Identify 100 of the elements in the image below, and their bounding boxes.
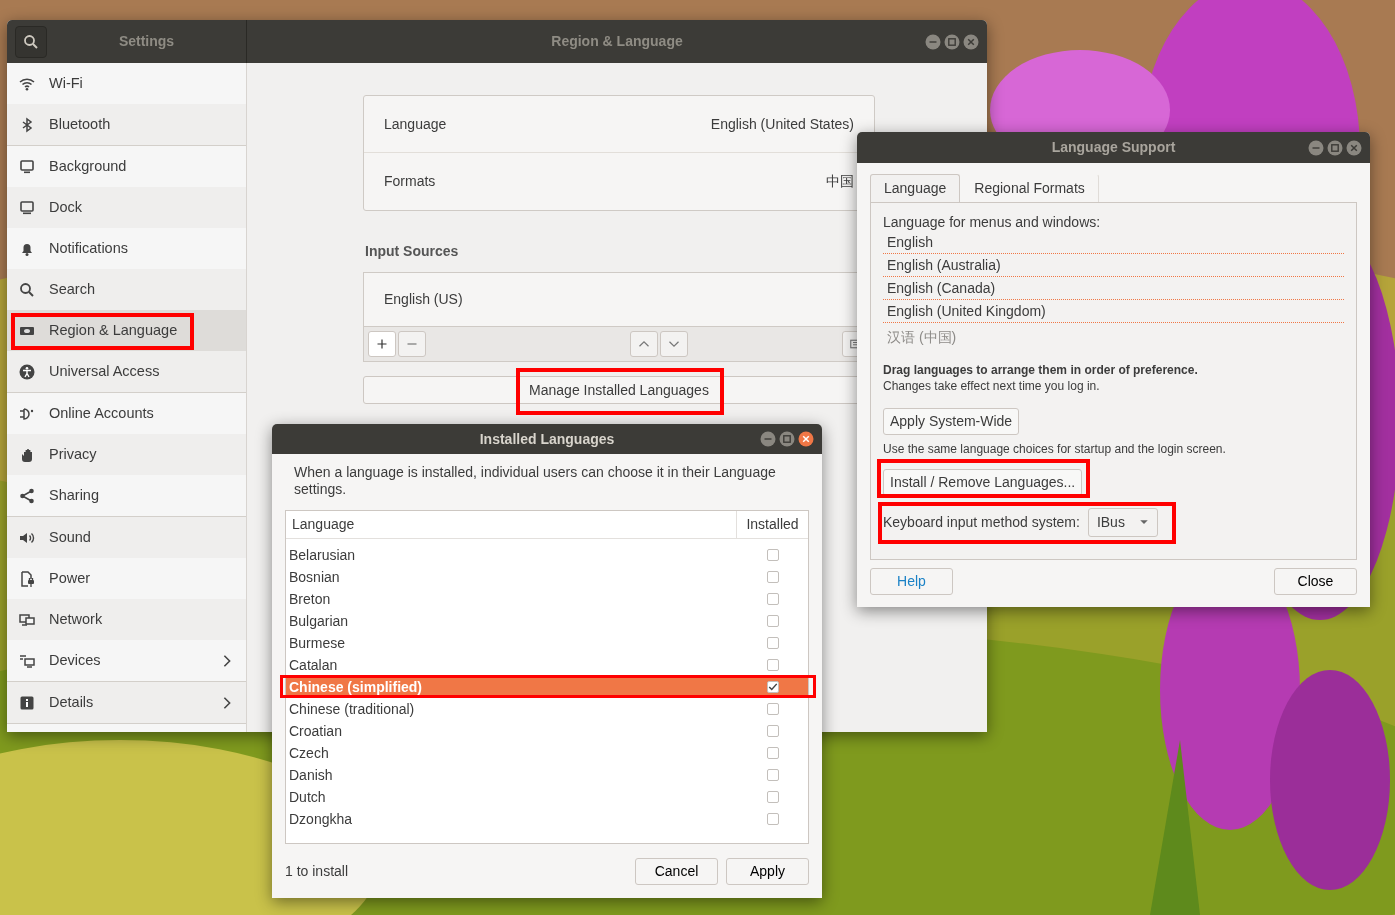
sidebar-item[interactable]: Power bbox=[7, 558, 246, 599]
sidebar-item[interactable]: Universal Access bbox=[7, 351, 246, 392]
section-heading: Input Sources bbox=[365, 242, 459, 261]
hint-text: Changes take effect next time you log in. bbox=[883, 378, 1101, 394]
sidebar-item[interactable]: Search bbox=[7, 269, 246, 310]
installed-checkbox[interactable] bbox=[767, 592, 779, 605]
cancel-button[interactable]: Cancel bbox=[635, 858, 718, 885]
installed-checkbox[interactable] bbox=[767, 548, 779, 561]
sidebar-item[interactable]: Devices bbox=[7, 640, 246, 681]
minimize-icon[interactable] bbox=[1308, 139, 1324, 156]
hand-icon bbox=[19, 446, 35, 463]
list-label: Language for menus and windows: bbox=[883, 213, 1102, 231]
table-row[interactable]: Burmese bbox=[286, 632, 808, 653]
language-item[interactable]: English (Australia) bbox=[883, 254, 1344, 277]
table-row[interactable]: Bulgarian bbox=[286, 610, 808, 631]
move-up-button[interactable] bbox=[630, 331, 658, 357]
remove-button[interactable] bbox=[398, 331, 426, 357]
apply-button[interactable]: Apply bbox=[726, 858, 809, 885]
install-remove-languages-button[interactable]: Install / Remove Languages... bbox=[883, 469, 1083, 496]
installed-checkbox[interactable] bbox=[767, 790, 779, 803]
sidebar-label: Devices bbox=[49, 650, 102, 670]
table-row[interactable]: Catalan bbox=[286, 654, 808, 675]
installed-checkbox[interactable] bbox=[767, 812, 779, 825]
sidebar-label: Details bbox=[49, 692, 95, 712]
installed-checkbox[interactable] bbox=[767, 680, 779, 693]
installed-checkbox[interactable] bbox=[767, 746, 779, 759]
sidebar-label: Privacy bbox=[49, 444, 98, 464]
table-row[interactable]: Dzongkha bbox=[286, 808, 808, 829]
installed-checkbox[interactable] bbox=[767, 768, 779, 781]
sidebar-label: Region & Language bbox=[49, 320, 179, 340]
input-method-dropdown[interactable]: IBus bbox=[1087, 507, 1158, 537]
close-icon[interactable] bbox=[798, 431, 814, 447]
monitor-icon bbox=[19, 199, 35, 216]
window-title: Region & Language bbox=[551, 32, 683, 51]
maximize-icon[interactable] bbox=[1327, 139, 1343, 156]
table-row[interactable]: Chinese (traditional) bbox=[286, 698, 808, 719]
sidebar-label: Sound bbox=[49, 527, 92, 547]
sidebar-label: Universal Access bbox=[49, 361, 161, 381]
installed-checkbox[interactable] bbox=[767, 724, 779, 737]
language-item[interactable]: English (United Kingdom) bbox=[883, 300, 1344, 323]
sidebar-item[interactable]: Sound bbox=[7, 517, 246, 558]
language-name: Chinese (traditional) bbox=[289, 700, 415, 717]
hint-text: Use the same language choices for startup and the login screen. bbox=[883, 441, 1227, 457]
sidebar-label: Dock bbox=[49, 197, 84, 217]
column-header[interactable]: Installed bbox=[737, 514, 808, 535]
sidebar-item[interactable]: Wi-Fi bbox=[7, 63, 246, 104]
row-value: English (United States) bbox=[710, 114, 854, 134]
column-header[interactable]: Language bbox=[286, 511, 737, 538]
monitor-icon bbox=[19, 158, 35, 175]
table-row[interactable]: Belarusian bbox=[286, 544, 808, 565]
sidebar-item[interactable]: Privacy bbox=[7, 434, 246, 475]
installed-checkbox[interactable] bbox=[767, 658, 779, 671]
field-label: Keyboard input method system: bbox=[883, 512, 1080, 532]
language-name: Dzongkha bbox=[289, 810, 353, 827]
language-name: Danish bbox=[289, 766, 333, 783]
accessibility-icon bbox=[19, 363, 35, 380]
sidebar-label: Online Accounts bbox=[49, 403, 155, 423]
status-text: 1 to install bbox=[285, 862, 350, 881]
sidebar-label: Sharing bbox=[49, 485, 100, 505]
minimize-icon[interactable] bbox=[925, 33, 941, 50]
window-title: Installed Languages bbox=[479, 429, 615, 449]
sidebar-item[interactable]: Background bbox=[7, 146, 246, 187]
language-name: Czech bbox=[289, 744, 329, 761]
plus-icon bbox=[376, 338, 388, 350]
add-button[interactable] bbox=[368, 331, 396, 357]
table-row[interactable]: Bosnian bbox=[286, 566, 808, 587]
tab[interactable]: Language bbox=[870, 174, 961, 202]
language-item[interactable]: English bbox=[883, 231, 1344, 254]
minimize-icon[interactable] bbox=[760, 431, 776, 447]
help-button[interactable]: Help bbox=[870, 568, 953, 595]
table-row[interactable]: Breton bbox=[286, 588, 808, 609]
info-icon bbox=[19, 694, 35, 711]
language-item[interactable]: English (Canada) bbox=[883, 277, 1344, 300]
table-row[interactable]: Danish bbox=[286, 764, 808, 785]
share-icon bbox=[19, 487, 35, 504]
installed-checkbox[interactable] bbox=[767, 614, 779, 627]
table-row[interactable]: Dutch bbox=[286, 786, 808, 807]
apply-system-wide-button[interactable]: Apply System-Wide bbox=[883, 408, 1020, 435]
language-name: Belarusian bbox=[289, 546, 356, 563]
sidebar-item[interactable]: Sharing bbox=[7, 475, 246, 516]
installed-checkbox[interactable] bbox=[767, 702, 779, 715]
sidebar-label: Notifications bbox=[49, 238, 129, 258]
search-icon bbox=[19, 281, 35, 298]
sidebar-item[interactable]: Online Accounts bbox=[7, 393, 246, 434]
close-button[interactable]: Close bbox=[1274, 568, 1357, 595]
installed-checkbox[interactable] bbox=[767, 570, 779, 583]
intro-text: When a language is installed, individual users can choose it in their Language settings. bbox=[293, 464, 777, 498]
installed-checkbox[interactable] bbox=[767, 636, 779, 649]
sidebar-item[interactable]: Bluetooth bbox=[7, 104, 246, 145]
move-down-button[interactable] bbox=[660, 331, 688, 357]
sidebar-item[interactable]: Details bbox=[7, 682, 246, 723]
table-row[interactable]: Croatian bbox=[286, 720, 808, 741]
maximize-icon[interactable] bbox=[944, 33, 960, 50]
table-row[interactable]: Czech bbox=[286, 742, 808, 763]
sidebar-item[interactable]: Notifications bbox=[7, 228, 246, 269]
sidebar-item[interactable]: Dock bbox=[7, 187, 246, 228]
search-button[interactable] bbox=[15, 25, 47, 58]
accounts-icon bbox=[19, 405, 35, 422]
power-icon bbox=[19, 570, 35, 587]
sidebar-item[interactable]: Network bbox=[7, 599, 246, 640]
